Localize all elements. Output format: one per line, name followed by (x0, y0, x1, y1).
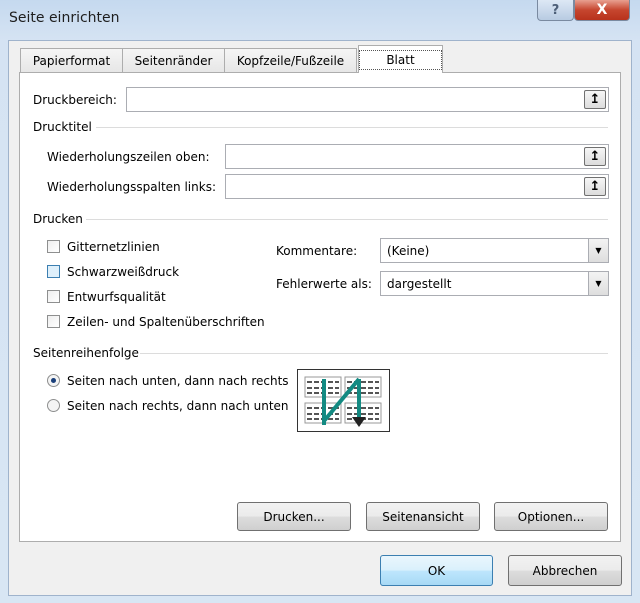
cols-repeat-input[interactable]: ↥ (225, 174, 609, 199)
print-area-label: Druckbereich: (33, 93, 117, 107)
draft-label: Entwurfsqualität (67, 290, 166, 304)
cancel-button[interactable]: Abbrechen (508, 555, 622, 586)
blackwhite-label: Schwarzweißdruck (67, 265, 180, 279)
headings-label: Zeilen- und Spaltenüberschriften (67, 315, 265, 329)
comments-select[interactable]: (Keine) ▼ (380, 238, 609, 263)
tab-label: Seitenränder (134, 54, 213, 68)
headings-checkbox[interactable] (47, 315, 60, 328)
order-right-label: Seiten nach rechts, dann nach unten (67, 399, 289, 413)
page-order-heading: Seitenreihenfolge (33, 346, 139, 360)
draft-checkbox[interactable] (47, 290, 60, 303)
close-button[interactable]: X (574, 0, 630, 21)
range-picker-icon[interactable]: ↥ (584, 147, 606, 166)
divider (86, 219, 608, 220)
tab-blatt[interactable]: Blatt (358, 45, 443, 73)
tab-seitenraender[interactable]: Seitenränder (122, 48, 225, 73)
cols-label: Wiederholungsspalten links: (47, 180, 216, 194)
page-order-preview-icon (297, 369, 390, 432)
tab-papierformat[interactable]: Papierformat (20, 48, 123, 73)
range-picker-icon[interactable]: ↥ (584, 90, 606, 109)
order-down-radio[interactable] (47, 374, 60, 387)
tab-label: Blatt (359, 49, 442, 70)
options-button[interactable]: Optionen... (494, 502, 608, 531)
tab-kopfzeile[interactable]: Kopfzeile/Fußzeile (224, 48, 357, 73)
rows-repeat-input[interactable]: ↥ (225, 144, 609, 169)
range-picker-icon[interactable]: ↥ (584, 177, 606, 196)
preview-button[interactable]: Seitenansicht (366, 502, 480, 531)
errors-select[interactable]: dargestellt ▼ (380, 271, 609, 296)
ok-button[interactable]: OK (380, 555, 493, 586)
print-area-input[interactable]: ↥ (126, 87, 609, 112)
print-button[interactable]: Drucken... (237, 502, 351, 531)
gridlines-label: Gitternetzlinien (67, 240, 160, 254)
gridlines-checkbox[interactable] (47, 240, 60, 253)
divider (96, 127, 608, 128)
chevron-down-icon: ▼ (588, 272, 608, 295)
divider (140, 353, 608, 354)
tab-label: Kopfzeile/Fußzeile (236, 54, 345, 68)
errors-label: Fehlerwerte als: (276, 277, 372, 291)
errors-value: dargestellt (387, 277, 452, 291)
tab-label: Papierformat (32, 54, 111, 68)
order-down-label: Seiten nach unten, dann nach rechts (67, 374, 289, 388)
chevron-down-icon: ▼ (588, 239, 608, 262)
tab-panel (19, 72, 621, 542)
comments-label: Kommentare: (276, 244, 358, 258)
window-title: Seite einrichten (9, 10, 120, 26)
order-right-radio[interactable] (47, 399, 60, 412)
print-heading: Drucken (33, 212, 83, 226)
blackwhite-checkbox[interactable] (47, 265, 60, 278)
print-titles-heading: Drucktitel (33, 120, 92, 134)
help-button[interactable]: ? (537, 0, 574, 21)
comments-value: (Keine) (387, 244, 430, 258)
rows-label: Wiederholungszeilen oben: (47, 150, 210, 164)
